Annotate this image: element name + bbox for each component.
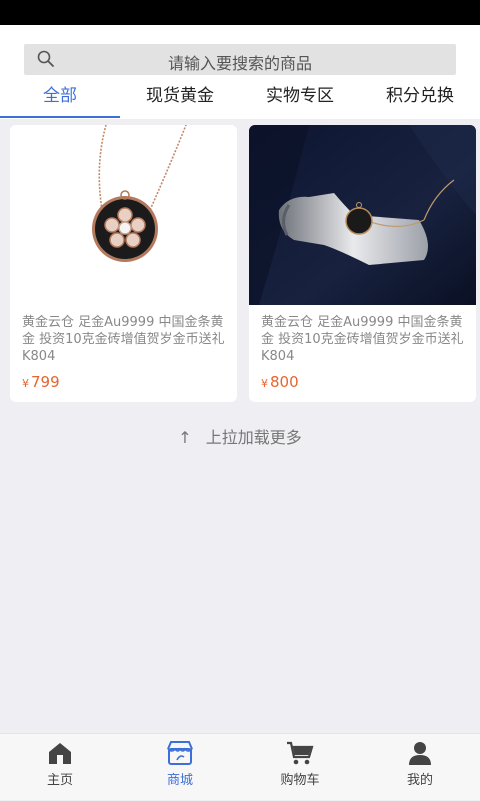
currency-symbol: ¥ [22,377,29,390]
shop-icon [167,741,193,765]
search-bar[interactable]: 请输入要搜索的商品 [24,44,456,75]
header: 请输入要搜索的商品 全部 现货黄金 实物专区 积分兑换 [0,25,480,119]
product-title: 黄金云仓 足金Au9999 中国金条黄金 投资10克金砖增值贺岁金币送礼K804 [261,315,464,364]
tab-spot-gold[interactable]: 现货黄金 [120,81,240,119]
nav-label: 购物车 [280,773,320,788]
nav-shop[interactable]: 商城 [120,734,240,801]
nav-label: 商城 [166,773,193,788]
tab-physical[interactable]: 实物专区 [240,81,360,119]
nav-label: 我的 [406,773,433,788]
product-price: ¥799 [22,373,60,391]
nav-mine[interactable]: 我的 [360,734,480,801]
product-price: ¥800 [261,373,299,391]
price-value: 800 [270,373,299,391]
load-more-text: 上拉加载更多 [205,428,302,447]
product-image-necklace [10,125,237,305]
currency-symbol: ¥ [261,377,268,390]
search-placeholder: 请输入要搜索的商品 [167,54,312,73]
category-tabs: 全部 现货黄金 实物专区 积分兑换 [0,81,480,119]
bottom-nav: 主页 商城 购物车 我的 [0,733,480,800]
tab-points-exchange[interactable]: 积分兑换 [360,81,480,119]
nav-home[interactable]: 主页 [0,734,120,801]
tab-all[interactable]: 全部 [0,81,120,119]
product-title: 黄金云仓 足金Au9999 中国金条黄金 投资10克金砖增值贺岁金币送礼K804 [22,315,225,364]
status-bar [0,0,480,25]
load-more-hint: ↑ 上拉加载更多 [0,424,480,448]
active-tab-indicator [0,116,120,118]
user-icon [409,742,431,765]
home-icon [49,743,71,764]
product-image-bust-necklace [249,125,476,305]
nav-label: 主页 [46,773,73,788]
product-card[interactable]: 黄金云仓 足金Au9999 中国金条黄金 投资10克金砖增值贺岁金币送礼K804… [10,125,237,402]
nav-cart[interactable]: 购物车 [240,734,360,801]
cart-icon [287,741,314,765]
arrow-up-icon: ↑ [178,428,192,447]
product-card[interactable]: 黄金云仓 足金Au9999 中国金条黄金 投资10克金砖增值贺岁金币送礼K804… [249,125,476,402]
price-value: 799 [31,373,60,391]
